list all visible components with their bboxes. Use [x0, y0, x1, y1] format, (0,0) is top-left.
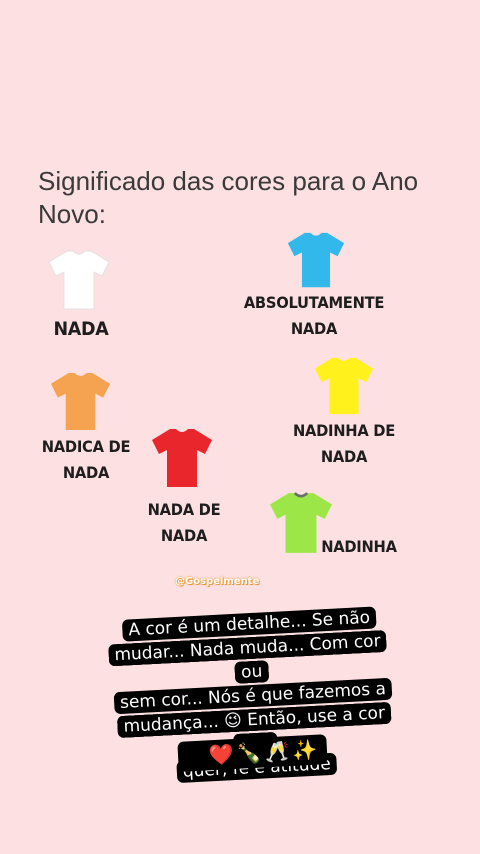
white-tshirt-icon [47, 248, 111, 312]
page-title: Significado das cores para o Ano Novo: [38, 166, 419, 229]
yellow-tshirt-icon [313, 355, 375, 417]
label-green: NADINHA [321, 537, 397, 556]
label-yellow: NADINHA DE NADA [292, 421, 396, 466]
heart-emoji-icon: ❤️ [208, 742, 235, 768]
label-orange: NADICA DE NADA [41, 437, 131, 482]
orange-tshirt-icon [49, 370, 112, 433]
label-white: NADA [53, 318, 109, 340]
label-blue: ABSOLUTAMENTE NADA [243, 293, 385, 338]
blue-tshirt-icon [286, 230, 346, 290]
champagne-bottle-emoji-icon: 🍾 [236, 740, 263, 766]
sparkles-emoji-icon: ✨ [291, 737, 319, 763]
label-red: NADA DE NADA [147, 500, 221, 545]
clinking-glasses-emoji-icon: 🥂 [264, 739, 291, 765]
grin-emoji-icon: 😁 [184, 743, 207, 769]
red-tshirt-icon [150, 426, 214, 490]
watermark-handle: @Gospelmente [175, 576, 260, 587]
